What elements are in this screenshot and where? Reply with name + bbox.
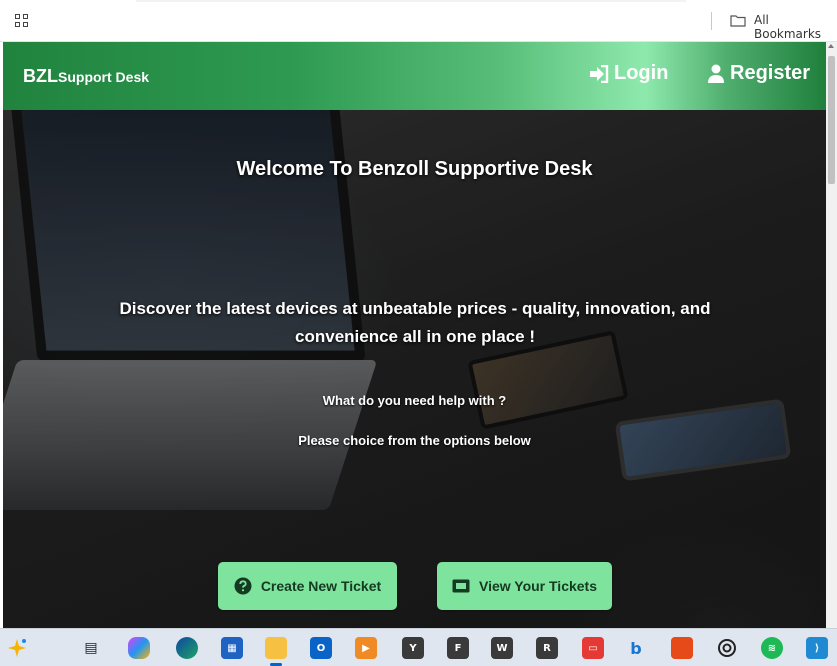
view-tickets-label: View Your Tickets [478, 578, 598, 594]
edge-icon[interactable] [176, 637, 198, 659]
taskbar-app-r[interactable]: R [536, 637, 558, 659]
office-icon[interactable] [671, 637, 693, 659]
apps-grid-icon[interactable] [15, 14, 29, 28]
all-bookmarks-link[interactable]: All Bookmarks [754, 13, 837, 41]
register-link[interactable]: Register [707, 62, 810, 85]
bookmarks-bar: All Bookmarks [0, 0, 837, 42]
login-link[interactable]: Login [589, 62, 668, 85]
page-viewport: BZLSupport Desk Login Register Welcome T… [3, 42, 826, 628]
hero-overlay [3, 110, 826, 628]
taskbar-app-w[interactable]: W [491, 637, 513, 659]
spotify-icon[interactable]: ≋ [761, 637, 783, 659]
copilot-app-icon[interactable] [128, 637, 150, 659]
sign-in-icon [590, 64, 609, 83]
media-player-icon[interactable]: ▶ [355, 637, 377, 659]
page-scrollbar[interactable] [826, 42, 837, 628]
create-ticket-button[interactable]: Create New Ticket [218, 562, 397, 610]
hero-section: Welcome To Benzoll Supportive Desk Disco… [3, 110, 826, 628]
register-label: Register [730, 62, 811, 84]
question-circle-icon [234, 577, 252, 595]
folder-icon[interactable] [730, 14, 746, 27]
login-label: Login [614, 62, 669, 84]
news-icon[interactable]: ▭ [582, 637, 604, 659]
bing-icon[interactable]: b [625, 637, 647, 659]
store-icon[interactable]: ▦ [221, 637, 243, 659]
file-explorer-icon[interactable] [265, 637, 287, 659]
user-icon [708, 64, 724, 83]
vscode-icon[interactable]: ⟩ [806, 637, 828, 659]
scroll-thumb[interactable] [828, 56, 835, 184]
tab-strip-edge [136, 0, 686, 2]
create-ticket-label: Create New Ticket [260, 578, 382, 594]
hero-title: Welcome To Benzoll Supportive Desk [236, 158, 593, 180]
help-question: What do you need help with ? [322, 393, 507, 408]
brand-sub-text: Support Desk [58, 69, 150, 85]
taskbar-app-f[interactable]: F [447, 637, 469, 659]
bookmarks-separator [711, 12, 712, 30]
navbar: BZLSupport Desk Login Register [3, 42, 826, 110]
hero-tagline: Discover the latest devices at unbeatabl… [119, 299, 711, 346]
options-instruction: Please choice from the options below [298, 433, 531, 448]
scroll-up-arrow-icon[interactable] [828, 44, 834, 48]
outlook-icon[interactable]: O [310, 637, 332, 659]
chatgpt-icon[interactable] [716, 637, 738, 659]
ticket-icon [452, 579, 470, 593]
brand-main-text: BZL [23, 66, 58, 86]
taskbar-app-y[interactable]: Y [402, 637, 424, 659]
copilot-icon[interactable] [6, 637, 28, 659]
task-view-icon[interactable]: ▤ [80, 637, 102, 659]
taskbar: ▤ ▦ O ▶ Y F W R ▭ b ≋ ⟩ [0, 628, 837, 666]
view-tickets-button[interactable]: View Your Tickets [437, 562, 612, 610]
brand-logo[interactable]: BZLSupport Desk [23, 66, 149, 87]
